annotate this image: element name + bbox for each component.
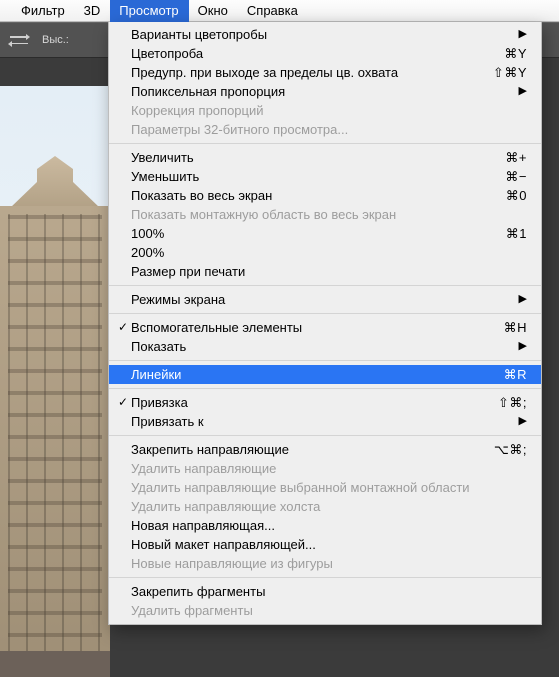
menu-Фильтр[interactable]: Фильтр (12, 0, 75, 22)
menu-item-label: Параметры 32-битного просмотра... (131, 120, 527, 139)
menu-item: Удалить направляющие холста (109, 497, 541, 516)
menu-shortcut: ⇧⌘; (486, 393, 527, 412)
menu-item-label: Новый макет направляющей... (131, 535, 527, 554)
menu-item-label: Привязать к (131, 412, 507, 431)
menu-separator (109, 285, 541, 286)
menu-item[interactable]: 200% (109, 243, 541, 262)
menu-item: Новые направляющие из фигуры (109, 554, 541, 573)
menu-item-label: Удалить направляющие холста (131, 497, 527, 516)
menu-item-label: Показать монтажную область во весь экран (131, 205, 527, 224)
menu-item[interactable]: Увеличить⌘+ (109, 148, 541, 167)
menu-item: Показать монтажную область во весь экран (109, 205, 541, 224)
menu-item: Параметры 32-битного просмотра... (109, 120, 541, 139)
menu-Просмотр[interactable]: Просмотр (110, 0, 188, 22)
menu-item-label: Удалить направляющие выбранной монтажной… (131, 478, 527, 497)
menu-shortcut: ⇧⌘Y (481, 63, 527, 82)
document-canvas (0, 86, 110, 677)
menu-item-label: Показать во весь экран (131, 186, 494, 205)
menu-item[interactable]: Размер при печати (109, 262, 541, 281)
height-label: Выс.: (42, 34, 69, 46)
submenu-arrow-icon: ▶ (507, 82, 527, 101)
menu-item[interactable]: Привязать к▶ (109, 412, 541, 431)
canvas-image (0, 86, 110, 677)
menu-shortcut: ⌘1 (494, 224, 527, 243)
view-menu-dropdown: Варианты цветопробы▶Цветопроба⌘YПредупр.… (108, 22, 542, 625)
submenu-arrow-icon: ▶ (507, 412, 527, 431)
submenu-arrow-icon: ▶ (507, 25, 527, 44)
menu-separator (109, 388, 541, 389)
checkmark-icon: ✓ (115, 318, 131, 337)
menu-Справка[interactable]: Справка (238, 0, 308, 22)
swap-icon[interactable] (8, 31, 30, 49)
menu-item[interactable]: Предупр. при выходе за пределы цв. охват… (109, 63, 541, 82)
menu-item[interactable]: Варианты цветопробы▶ (109, 25, 541, 44)
menu-item[interactable]: Новая направляющая... (109, 516, 541, 535)
menu-item-label: Линейки (131, 365, 492, 384)
menu-shortcut: ⌘− (493, 167, 527, 186)
menu-item: Коррекция пропорций (109, 101, 541, 120)
menu-item[interactable]: 100%⌘1 (109, 224, 541, 243)
menu-item[interactable]: Новый макет направляющей... (109, 535, 541, 554)
menu-shortcut: ⌘0 (494, 186, 527, 205)
menu-item-label: Показать (131, 337, 507, 356)
menubar: Фильтр3DПросмотрОкноСправка (0, 0, 559, 22)
menu-shortcut: ⌘H (492, 318, 527, 337)
menu-separator (109, 360, 541, 361)
menu-separator (109, 313, 541, 314)
menu-item-label: Новые направляющие из фигуры (131, 554, 527, 573)
submenu-arrow-icon: ▶ (507, 290, 527, 309)
menu-Окно[interactable]: Окно (189, 0, 238, 22)
menu-item[interactable]: Уменьшить⌘− (109, 167, 541, 186)
menu-item-label: Закрепить направляющие (131, 440, 482, 459)
menu-item[interactable]: Попиксельная пропорция▶ (109, 82, 541, 101)
menu-item-label: Удалить фрагменты (131, 601, 527, 620)
submenu-arrow-icon: ▶ (507, 337, 527, 356)
menu-shortcut: ⌘Y (492, 44, 527, 63)
menu-item[interactable]: Закрепить направляющие⌥⌘; (109, 440, 541, 459)
menu-item[interactable]: ✓Вспомогательные элементы⌘H (109, 318, 541, 337)
menu-item-label: Попиксельная пропорция (131, 82, 507, 101)
menu-separator (109, 435, 541, 436)
menu-item[interactable]: ✓Привязка⇧⌘; (109, 393, 541, 412)
menu-item-label: Коррекция пропорций (131, 101, 527, 120)
menu-item[interactable]: Показать▶ (109, 337, 541, 356)
menu-item[interactable]: Закрепить фрагменты (109, 582, 541, 601)
menu-item: Удалить направляющие (109, 459, 541, 478)
menu-item-label: Увеличить (131, 148, 493, 167)
menu-3D[interactable]: 3D (75, 0, 111, 22)
menu-item-label: Уменьшить (131, 167, 493, 186)
menu-item-label: Закрепить фрагменты (131, 582, 527, 601)
menu-item-label: Варианты цветопробы (131, 25, 507, 44)
menu-shortcut: ⌘R (492, 365, 527, 384)
menu-item-label: 200% (131, 243, 527, 262)
menu-item-label: Новая направляющая... (131, 516, 527, 535)
menu-item-label: Цветопроба (131, 44, 492, 63)
menu-item[interactable]: Показать во весь экран⌘0 (109, 186, 541, 205)
menu-item-label: Вспомогательные элементы (131, 318, 492, 337)
menu-shortcut: ⌥⌘; (482, 440, 527, 459)
menu-separator (109, 577, 541, 578)
menu-item[interactable]: Линейки⌘R (109, 365, 541, 384)
menu-item-label: Предупр. при выходе за пределы цв. охват… (131, 63, 481, 82)
menu-item-label: Размер при печати (131, 262, 527, 281)
menu-item-label: Удалить направляющие (131, 459, 527, 478)
menu-item-label: 100% (131, 224, 494, 243)
menu-item[interactable]: Режимы экрана▶ (109, 290, 541, 309)
menu-item-label: Привязка (131, 393, 486, 412)
menu-separator (109, 143, 541, 144)
menu-item: Удалить фрагменты (109, 601, 541, 620)
menu-shortcut: ⌘+ (493, 148, 527, 167)
checkmark-icon: ✓ (115, 393, 131, 412)
menu-item: Удалить направляющие выбранной монтажной… (109, 478, 541, 497)
menu-item-label: Режимы экрана (131, 290, 507, 309)
menu-item[interactable]: Цветопроба⌘Y (109, 44, 541, 63)
